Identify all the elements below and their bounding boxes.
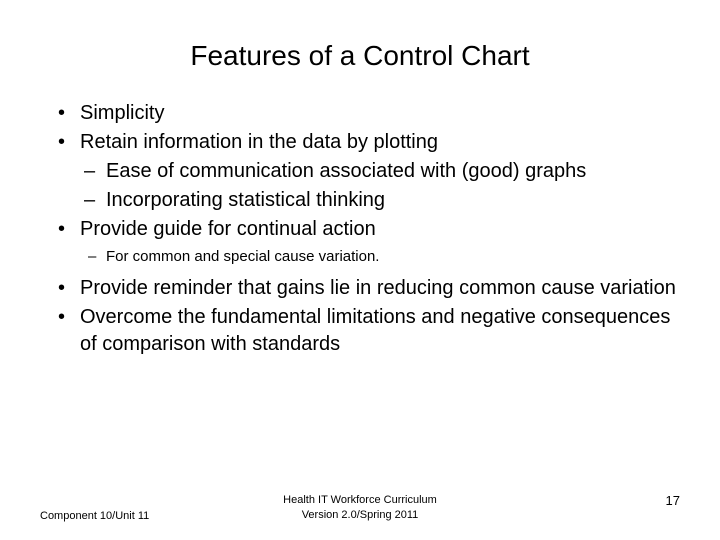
- bullet-item: Simplicity: [58, 100, 680, 127]
- footer-center-line2: Version 2.0/Spring 2011: [253, 508, 466, 522]
- main-bullet-list: Simplicity Retain information in the dat…: [40, 100, 680, 358]
- slide-footer: Component 10/Unit 11 Health IT Workforce…: [0, 493, 720, 522]
- footer-center-line1: Health IT Workforce Curriculum: [253, 493, 466, 507]
- sub-bullet-list-small: For common and special cause variation.: [58, 246, 680, 267]
- bullet-item: Overcome the fundamental limitations and…: [58, 304, 680, 358]
- sub-bullet-item-small: For common and special cause variation.: [88, 246, 680, 267]
- slide-number: 17: [467, 493, 680, 508]
- bullet-item: Retain information in the data by plotti…: [58, 129, 680, 156]
- bullet-item: Provide guide for continual action: [58, 216, 680, 243]
- slide-title: Features of a Control Chart: [40, 40, 680, 72]
- bullet-item: Provide reminder that gains lie in reduc…: [58, 275, 680, 302]
- footer-left: Component 10/Unit 11: [40, 510, 253, 522]
- sub-bullet-list: Ease of communication associated with (g…: [58, 158, 680, 214]
- sub-bullet-item: Incorporating statistical thinking: [84, 187, 680, 214]
- sub-bullet-item: Ease of communication associated with (g…: [84, 158, 680, 185]
- footer-center: Health IT Workforce Curriculum Version 2…: [253, 493, 466, 522]
- slide-container: Features of a Control Chart Simplicity R…: [0, 0, 720, 540]
